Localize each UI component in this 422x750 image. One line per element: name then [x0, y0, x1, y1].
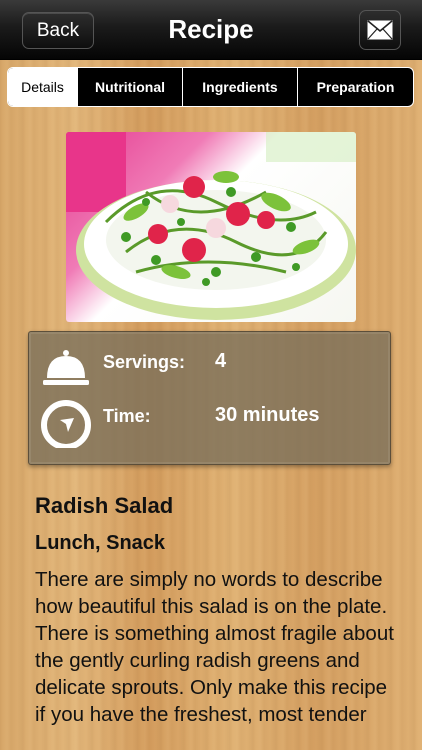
time-label: Time: [103, 406, 151, 426]
nav-bar: Back Recipe [0, 0, 422, 60]
tab-details[interactable]: Details [8, 68, 78, 106]
recipe-photo [66, 132, 356, 322]
segmented-tabs: Details Nutritional Ingredients Preparat… [7, 67, 414, 107]
servings-value: 4 [215, 350, 227, 372]
time-row: Time: 30 minutes [29, 394, 390, 448]
recipe-category: Lunch, Snack [35, 532, 166, 554]
tab-ingredients[interactable]: Ingredients [183, 68, 298, 106]
clock-icon [41, 400, 91, 448]
cloche-icon [43, 350, 89, 385]
recipe-title: Radish Salad [35, 493, 174, 518]
envelope-icon [367, 20, 393, 40]
tab-nutritional[interactable]: Nutritional [78, 68, 183, 106]
time-value: 30 minutes [215, 404, 320, 426]
recipe-info-panel: Servings: 4 Time: 30 minutes [28, 331, 391, 465]
servings-label: Servings: [103, 352, 186, 372]
email-button[interactable] [359, 10, 401, 50]
servings-row: Servings: 4 [29, 340, 390, 390]
tab-preparation[interactable]: Preparation [298, 68, 413, 106]
recipe-description: There are simply no words to describe ho… [35, 568, 394, 726]
